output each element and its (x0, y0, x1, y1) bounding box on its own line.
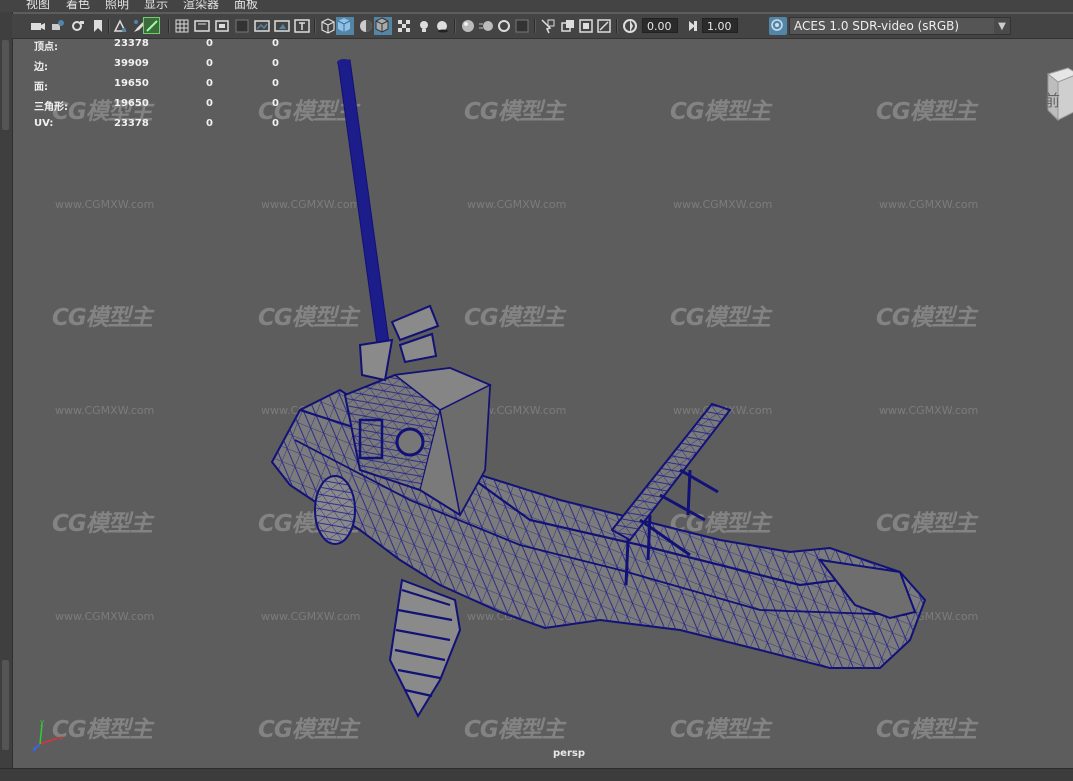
xray-active-components-icon[interactable] (578, 18, 594, 34)
text-icon[interactable] (294, 18, 310, 34)
hud-value: 0 (272, 98, 279, 109)
hud-row: 面: 19650 0 0 (34, 78, 294, 98)
gamma-icon[interactable] (684, 18, 700, 34)
hud-value: 0 (272, 38, 279, 49)
hud-row: UV: 23378 0 0 (34, 118, 294, 138)
hud-value: 0 (272, 58, 279, 69)
safe-action-icon[interactable] (254, 18, 270, 34)
image-plane-icon[interactable] (90, 18, 106, 34)
hud-value: 23378 (114, 38, 149, 49)
textured-icon[interactable] (396, 18, 412, 34)
hud-value: 19650 (114, 98, 149, 109)
film-gate-icon[interactable] (174, 18, 190, 34)
menu-panels[interactable]: 面板 (234, 0, 258, 10)
xray-joints-icon[interactable] (596, 18, 612, 34)
menu-lighting[interactable]: 照明 (105, 0, 129, 10)
hud-row: 顶点: 23378 0 0 (34, 38, 294, 58)
field-chart-icon[interactable] (234, 18, 250, 34)
bookmark-icon[interactable] (70, 18, 86, 34)
hud-value: 23378 (114, 118, 149, 129)
viewport-menu-bar: 视图 着色 照明 显示 渲染器 面板 (0, 0, 1073, 12)
smooth-shade-icon[interactable] (336, 17, 354, 35)
rudder (388, 578, 462, 719)
shadows-icon[interactable] (434, 18, 450, 34)
hud-label: UV: (34, 118, 54, 129)
menu-shading[interactable]: 着色 (66, 0, 90, 10)
hud-label: 边: (34, 62, 48, 73)
hud-value: 0 (206, 38, 213, 49)
left-side-panel (0, 0, 13, 780)
hud-row: 边: 39909 0 0 (34, 58, 294, 78)
grid-icon[interactable] (143, 17, 160, 34)
hud-label: 三角形: (34, 102, 68, 113)
hud-value: 0 (206, 118, 213, 129)
resolution-gate-icon[interactable] (194, 18, 210, 34)
exposure-field[interactable]: 0.00 (642, 18, 678, 33)
bottom-status-bar (0, 768, 1073, 781)
exposure-icon[interactable] (622, 18, 638, 34)
left-panel-handle[interactable] (2, 40, 9, 130)
hud-value: 0 (206, 78, 213, 89)
depth-of-field-icon[interactable] (514, 18, 530, 34)
svg-text:x: x (59, 734, 63, 742)
color-management-select[interactable]: ACES 1.0 SDR-video (sRGB) ▼ (789, 17, 1011, 35)
viewcube-face-label: 前 (1044, 91, 1060, 110)
hud-value: 0 (272, 118, 279, 129)
hud-label: 顶点: (34, 42, 58, 53)
hud-value: 0 (272, 78, 279, 89)
menu-renderer[interactable]: 渲染器 (183, 0, 219, 10)
gate-mask-icon[interactable] (214, 18, 230, 34)
menu-view[interactable]: 视图 (26, 0, 50, 10)
hud-value: 0 (206, 98, 213, 109)
anti-aliasing-icon[interactable] (496, 18, 512, 34)
motion-blur-icon[interactable] (478, 18, 494, 34)
color-management-value: ACES 1.0 SDR-video (sRGB) (794, 19, 960, 33)
camera-attributes-icon[interactable] (50, 18, 66, 34)
wireframe-icon[interactable] (320, 18, 336, 34)
use-all-lights-icon[interactable] (416, 18, 432, 34)
hud-label: 面: (34, 82, 48, 93)
viewcube[interactable]: 前 (1038, 66, 1073, 126)
screen-space-ao-icon[interactable] (460, 18, 476, 34)
isolate-select-icon[interactable] (540, 18, 556, 34)
hud-value: 39909 (114, 58, 149, 69)
2d-pan-zoom-icon[interactable] (112, 18, 128, 34)
xray-icon[interactable] (560, 18, 576, 34)
poly-count-hud: 顶点: 23378 0 0 边: 39909 0 0 面: 19650 0 0 三角形: 19650 0 0 U… (34, 38, 294, 138)
axis-gizmo: x y z (32, 718, 66, 753)
svg-text:z: z (32, 745, 36, 752)
hud-row: 三角形: 19650 0 0 (34, 98, 294, 118)
viewport-toolbar: 0.00 1.00 ACES 1.0 SDR-video (sRGB) ▼ (12, 14, 1073, 39)
hud-value: 19650 (114, 78, 149, 89)
wireframe-on-shaded-icon[interactable] (374, 17, 392, 35)
color-management-icon[interactable] (769, 17, 787, 35)
use-default-material-icon[interactable] (358, 18, 374, 34)
hud-value: 0 (206, 58, 213, 69)
mast (337, 59, 391, 353)
menu-show[interactable]: 显示 (144, 0, 168, 10)
safe-title-icon[interactable] (274, 18, 290, 34)
camera-select-icon[interactable] (30, 18, 46, 34)
svg-text:y: y (40, 718, 44, 726)
left-panel-handle-bottom[interactable] (2, 660, 9, 750)
camera-name-label: persp (553, 748, 585, 759)
gamma-field[interactable]: 1.00 (702, 18, 738, 33)
chevron-down-icon[interactable]: ▼ (994, 18, 1010, 34)
